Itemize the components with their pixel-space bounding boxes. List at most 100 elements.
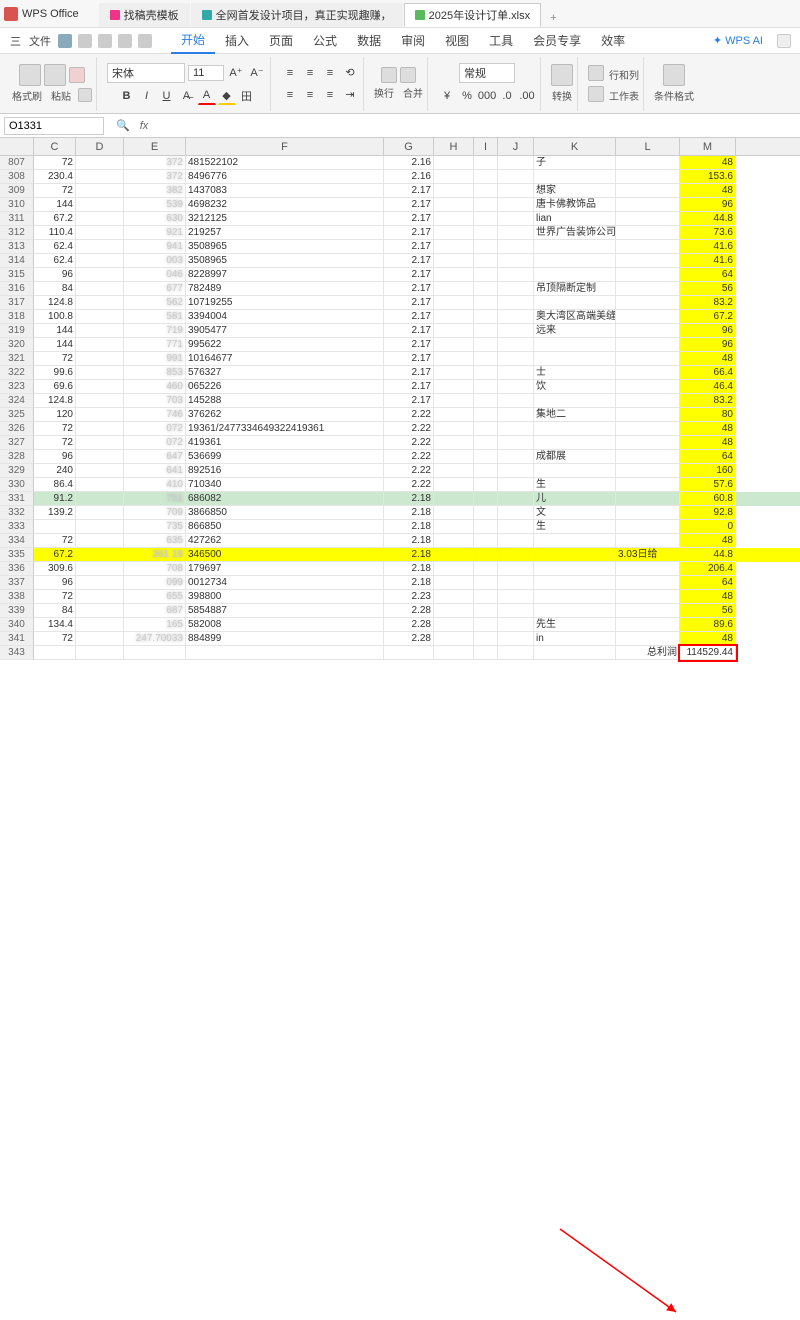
- align-bot-icon[interactable]: ≡: [321, 64, 339, 82]
- table-row[interactable]: 334726354272622.1848: [0, 534, 800, 548]
- worksheet-icon[interactable]: [588, 86, 604, 102]
- col-header-H[interactable]: H: [434, 138, 474, 155]
- table-row[interactable]: 312110.49212192572.17世界广告装饰公司73.6: [0, 226, 800, 240]
- tab-workbook[interactable]: 2025年设计订单.xlsx: [404, 3, 541, 27]
- table-row[interactable]: 327720724193612.2248: [0, 436, 800, 450]
- align-center-icon[interactable]: ≡: [301, 86, 319, 104]
- copy-icon[interactable]: [78, 88, 92, 102]
- menu-tab-4[interactable]: 数据: [347, 28, 391, 53]
- table-row[interactable]: 340134.41655820082.28先生89.6: [0, 618, 800, 632]
- menu-tab-2[interactable]: 页面: [259, 28, 303, 53]
- align-left-icon[interactable]: ≡: [281, 86, 299, 104]
- bold-button[interactable]: B: [118, 87, 136, 105]
- menu-tab-1[interactable]: 插入: [215, 28, 259, 53]
- comma-icon[interactable]: 000: [478, 87, 496, 105]
- save-icon[interactable]: [58, 34, 72, 48]
- table-row[interactable]: 3251207463762622.22集地二80: [0, 408, 800, 422]
- table-row[interactable]: 807723724815221022.16子48: [0, 156, 800, 170]
- file-menu[interactable]: 文件: [25, 33, 55, 49]
- wrap-icon[interactable]: [381, 67, 397, 83]
- undo-icon[interactable]: [118, 34, 132, 48]
- table-row[interactable]: 324124.87031452882.1783.2: [0, 394, 800, 408]
- wps-ai-button[interactable]: ✦ WPS AI: [705, 34, 771, 47]
- table-row[interactable]: 33191.27516860822.18儿60.8: [0, 492, 800, 506]
- table-row[interactable]: 33567.2361 193465002.183.03日给44.8: [0, 548, 800, 562]
- menu-tab-9[interactable]: 效率: [591, 28, 635, 53]
- col-header-L[interactable]: L: [616, 138, 680, 155]
- table-row[interactable]: 31462.400335089652.1741.6: [0, 254, 800, 268]
- menu-tab-5[interactable]: 审阅: [391, 28, 435, 53]
- table-row[interactable]: 3398468758548872.2856: [0, 604, 800, 618]
- col-header-rh[interactable]: [0, 138, 34, 155]
- table-row[interactable]: 34172247.700338848992.28in48: [0, 632, 800, 646]
- table-row[interactable]: 317124.8562107192552.1783.2: [0, 296, 800, 310]
- col-header-J[interactable]: J: [498, 138, 534, 155]
- col-header-K[interactable]: K: [534, 138, 616, 155]
- table-row[interactable]: 31362.494135089652.1741.6: [0, 240, 800, 254]
- col-header-C[interactable]: C: [34, 138, 76, 155]
- table-row[interactable]: 3097238214370832.17想家48: [0, 184, 800, 198]
- strike-button[interactable]: A̶: [178, 87, 196, 105]
- dec-font-icon[interactable]: A⁻: [248, 64, 266, 82]
- merge-icon[interactable]: [400, 67, 416, 83]
- font-select[interactable]: 宋体: [107, 63, 185, 83]
- table-row[interactable]: 31167.263032121252.17lian44.8: [0, 212, 800, 226]
- menu-tab-3[interactable]: 公式: [303, 28, 347, 53]
- table-row[interactable]: 3379609900127342.1864: [0, 576, 800, 590]
- col-header-E[interactable]: E: [124, 138, 186, 155]
- table-row[interactable]: 32172991101646772.1748: [0, 352, 800, 366]
- table-row[interactable]: 332139.270938668502.18文92.8: [0, 506, 800, 520]
- search-icon[interactable]: [777, 34, 791, 48]
- spreadsheet-grid[interactable]: CDEFGHIJKLM 807723724815221022.16子483082…: [0, 138, 800, 660]
- col-header-D[interactable]: D: [76, 138, 124, 155]
- row-col-icon[interactable]: [588, 65, 604, 81]
- font-color-button[interactable]: A: [198, 87, 216, 105]
- cut-icon[interactable]: [69, 67, 85, 83]
- dec-inc-icon[interactable]: .0: [498, 87, 516, 105]
- indent-icon[interactable]: ⇥: [341, 86, 359, 104]
- table-row[interactable]: 3267207219361/24773346493224193612.2248: [0, 422, 800, 436]
- inc-font-icon[interactable]: A⁺: [227, 64, 245, 82]
- menu-tab-7[interactable]: 工具: [479, 28, 523, 53]
- currency-icon[interactable]: ¥: [438, 87, 456, 105]
- align-top-icon[interactable]: ≡: [281, 64, 299, 82]
- preview-icon[interactable]: [98, 34, 112, 48]
- table-row[interactable]: 318100.858133940042.17奥大湾区高端美缝67.2: [0, 310, 800, 324]
- cond-fmt-icon[interactable]: [663, 64, 685, 86]
- border-button[interactable]: 田: [238, 87, 256, 105]
- table-row[interactable]: 328966475366992.22成都展64: [0, 450, 800, 464]
- table-row[interactable]: 3337358668502.18生0: [0, 520, 800, 534]
- orient-icon[interactable]: ⟲: [341, 64, 359, 82]
- table-row[interactable]: 3159604682289972.1764: [0, 268, 800, 282]
- percent-icon[interactable]: %: [458, 87, 476, 105]
- col-header-M[interactable]: M: [680, 138, 736, 155]
- table-row[interactable]: 31914471939054772.17远来96: [0, 324, 800, 338]
- col-header-I[interactable]: I: [474, 138, 498, 155]
- tab-templates[interactable]: 找稿壳模板: [99, 3, 190, 27]
- tab-new[interactable]: +: [542, 9, 564, 27]
- tab-project[interactable]: 全网首发设计项目，真正实现趣赚，: [191, 3, 403, 27]
- underline-button[interactable]: U: [158, 87, 176, 105]
- align-right-icon[interactable]: ≡: [321, 86, 339, 104]
- convert-icon[interactable]: [551, 64, 573, 86]
- table-row[interactable]: 32299.68535763272.17士66.4: [0, 366, 800, 380]
- fill-color-button[interactable]: ◆: [218, 87, 236, 105]
- menu-tab-8[interactable]: 会员专享: [523, 28, 591, 53]
- col-header-F[interactable]: F: [186, 138, 384, 155]
- table-row[interactable]: 31014453946982322.17唐卡佛教饰品96: [0, 198, 800, 212]
- table-row[interactable]: 338726553988002.2348: [0, 590, 800, 604]
- table-row[interactable]: 316846777824892.17吊顶隔断定制56: [0, 282, 800, 296]
- table-row[interactable]: 343总利润114529.44: [0, 646, 800, 660]
- table-row[interactable]: 3201447719956222.1796: [0, 338, 800, 352]
- menu-tab-6[interactable]: 视图: [435, 28, 479, 53]
- table-row[interactable]: 336309.67081796972.18206.4: [0, 562, 800, 576]
- dec-dec-icon[interactable]: .00: [518, 87, 536, 105]
- table-row[interactable]: 308230.437284967762.16153.6: [0, 170, 800, 184]
- zoom-icon[interactable]: 🔍: [116, 119, 130, 132]
- menu-tab-0[interactable]: 开始: [171, 27, 215, 54]
- format-brush-icon[interactable]: [19, 64, 41, 86]
- table-row[interactable]: 32369.64600652262.17饮46.4: [0, 380, 800, 394]
- hamburger-icon[interactable]: 三: [6, 33, 25, 49]
- redo-icon[interactable]: [138, 34, 152, 48]
- table-row[interactable]: 33086.44107103402.22生57.6: [0, 478, 800, 492]
